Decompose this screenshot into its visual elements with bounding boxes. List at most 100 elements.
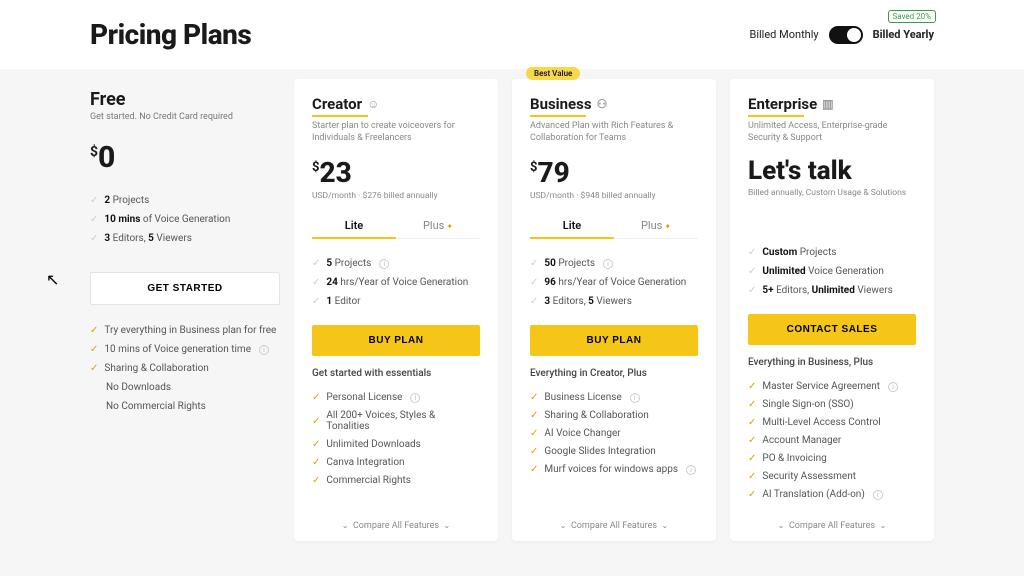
enterprise-benefits: ✓Master Service Agreementi ✓Single Sign-… — [748, 374, 916, 507]
creator-desc: Starter plan to create voiceovers for In… — [312, 121, 480, 144]
enterprise-desc: Unlimited Access, Enterprise-grade Secur… — [748, 121, 916, 144]
buy-plan-button[interactable]: BUY PLAN — [312, 325, 480, 356]
creator-tabs: Lite Plus✦ — [312, 213, 480, 239]
benefit-item: ✓Master Service Agreementi — [748, 381, 916, 392]
benefit-item: ✓Sharing & Collaboration — [90, 363, 280, 375]
compare-link[interactable]: ⌄ Compare All Features ⌄ — [312, 507, 480, 531]
free-benefits: ✓Try everything in Business plan for fre… — [90, 325, 280, 413]
plan-enterprise: Enterprise▥ Unlimited Access, Enterprise… — [730, 79, 934, 541]
benefit-item: ✓Sharing & Collaboration — [530, 410, 698, 421]
info-icon[interactable]: i — [259, 345, 269, 355]
feature-item: ✓5 Projectsi — [312, 258, 480, 270]
free-price: $0 — [90, 140, 280, 175]
benefit-item: ✓Commercial Rights — [312, 475, 480, 486]
get-started-button[interactable]: GET STARTED — [90, 272, 280, 305]
title-underline — [748, 115, 804, 117]
billed-yearly-label[interactable]: Billed Yearly — [873, 28, 934, 41]
creator-section-label: Get started with essentials — [312, 368, 480, 379]
enterprise-key-features: ✓Custom Projects ✓Unlimited Voice Genera… — [748, 240, 916, 304]
info-icon[interactable]: i — [630, 393, 640, 403]
creator-price: 23 — [319, 156, 351, 189]
benefit-item: ✓Murf voices for windows appsi — [530, 464, 698, 475]
enterprise-title: Enterprise▥ — [748, 95, 916, 113]
feature-item: ✓3 Editors, 5 Viewers — [90, 233, 280, 245]
feature-item: ✓3 Editors, 5 Viewers — [530, 296, 698, 308]
benefit-item: ✓PO & Invoicing — [748, 453, 916, 464]
benefit-item: ✓Business Licensei — [530, 392, 698, 403]
benefit-item: No Commercial Rights — [90, 401, 280, 413]
title-underline — [312, 115, 368, 117]
benefit-item: No Downloads — [90, 382, 280, 394]
business-title: Business⚇ — [530, 95, 698, 113]
feature-item: ✓2 Projects — [90, 195, 280, 207]
free-price-value: 0 — [98, 140, 115, 175]
benefit-item: ✓AI Translation (Add-on)i — [748, 489, 916, 500]
benefit-item: ✓Unlimited Downloads — [312, 439, 480, 450]
contact-sales-button[interactable]: CONTACT SALES — [748, 314, 916, 345]
compare-link[interactable]: ⌄ Compare All Features ⌄ — [530, 507, 698, 531]
tab-plus[interactable]: Plus✦ — [396, 213, 480, 238]
feature-item: ✓96 hrs/Year of Voice Generation — [530, 277, 698, 289]
tab-lite[interactable]: Lite — [530, 213, 614, 238]
free-subtitle: Get started. No Credit Card required — [90, 112, 280, 122]
save-badge: Saved 20% — [888, 10, 936, 23]
benefit-item: ✓Personal Licensei — [312, 392, 480, 403]
page-title: Pricing Plans — [90, 18, 251, 51]
creator-benefits: ✓Personal Licensei ✓All 200+ Voices, Sty… — [312, 385, 480, 493]
plan-free: Free Get started. No Credit Card require… — [90, 79, 280, 541]
info-icon[interactable]: i — [603, 259, 613, 269]
billing-toggle-group: Saved 20% Billed Monthly Billed Yearly — [749, 26, 934, 44]
info-icon[interactable]: i — [686, 465, 696, 475]
plan-creator: Creator☺ Starter plan to create voiceove… — [294, 79, 498, 541]
billing-toggle[interactable] — [829, 26, 863, 44]
feature-item: ✓Custom Projects — [748, 247, 916, 259]
creator-price-sub: USD/month · $276 billed annually — [312, 191, 480, 201]
feature-item: ✓Unlimited Voice Generation — [748, 266, 916, 278]
benefit-item: ✓10 mins of Voice generation timei — [90, 344, 280, 356]
benefit-item: ✓Single Sign-on (SSO) — [748, 399, 916, 410]
benefit-item: ✓Security Assessment — [748, 471, 916, 482]
business-desc: Advanced Plan with Rich Features & Colla… — [530, 121, 698, 144]
info-icon[interactable]: i — [410, 393, 420, 403]
tab-lite[interactable]: Lite — [312, 213, 396, 238]
benefit-item: ✓Canva Integration — [312, 457, 480, 468]
business-price-sub: USD/month · $948 billed annually — [530, 191, 698, 201]
tab-plus[interactable]: Plus✦ — [614, 213, 698, 238]
billed-monthly-label[interactable]: Billed Monthly — [749, 28, 818, 41]
feature-item: ✓50 Projectsi — [530, 258, 698, 270]
creator-price-row: $23 USD/month · $276 billed annually — [312, 156, 480, 201]
plan-business: Best Value Business⚇ Advanced Plan with … — [512, 79, 716, 541]
building-icon: ▥ — [822, 97, 833, 111]
enterprise-price-sub: Billed annually, Custom Usage & Solution… — [748, 188, 916, 198]
info-icon[interactable]: i — [873, 490, 883, 500]
feature-item: ✓5+ Editors, Unlimited Viewers — [748, 285, 916, 297]
free-title: Free — [90, 89, 280, 110]
business-benefits: ✓Business Licensei ✓Sharing & Collaborat… — [530, 385, 698, 482]
benefit-item: ✓Try everything in Business plan for fre… — [90, 325, 280, 337]
best-value-badge: Best Value — [526, 67, 580, 80]
info-icon[interactable]: i — [379, 259, 389, 269]
header-bar: Pricing Plans Saved 20% Billed Monthly B… — [0, 0, 1024, 69]
person-icon: ☺ — [367, 97, 379, 111]
enterprise-price: Let's talk — [748, 156, 916, 186]
business-price: 79 — [537, 156, 569, 189]
enterprise-section-label: Everything in Business, Plus — [748, 357, 916, 368]
business-section-label: Everything in Creator, Plus — [530, 368, 698, 379]
benefit-item: ✓Account Manager — [748, 435, 916, 446]
feature-item: ✓1 Editor — [312, 296, 480, 308]
people-icon: ⚇ — [597, 97, 608, 111]
business-tabs: Lite Plus✦ — [530, 213, 698, 239]
business-price-row: $79 USD/month · $948 billed annually — [530, 156, 698, 201]
benefit-item: ✓Multi-Level Access Control — [748, 417, 916, 428]
buy-plan-button[interactable]: BUY PLAN — [530, 325, 698, 356]
compare-link[interactable]: ⌄ Compare All Features ⌄ — [748, 507, 916, 531]
benefit-item: ✓AI Voice Changer — [530, 428, 698, 439]
feature-item: ✓10 mins of Voice Generation — [90, 214, 280, 226]
business-key-features: ✓50 Projectsi ✓96 hrs/Year of Voice Gene… — [530, 251, 698, 315]
sparkle-icon: ✦ — [664, 222, 671, 231]
creator-title: Creator☺ — [312, 95, 480, 113]
sparkle-icon: ✦ — [446, 222, 453, 231]
benefit-item: ✓Google Slides Integration — [530, 446, 698, 457]
title-underline — [530, 115, 586, 117]
info-icon[interactable]: i — [888, 382, 898, 392]
